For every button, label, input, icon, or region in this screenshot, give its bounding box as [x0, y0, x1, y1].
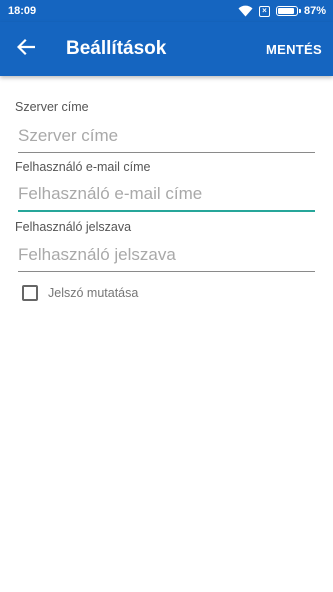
toolbar: Beállítások MENTÉS	[0, 22, 333, 76]
arrow-left-icon	[16, 38, 36, 61]
sim-x-icon: ×	[258, 5, 270, 17]
wifi-icon	[238, 5, 253, 17]
show-password-label: Jelszó mutatása	[48, 286, 139, 300]
show-password-checkbox[interactable]	[22, 285, 38, 301]
email-input[interactable]	[18, 180, 315, 212]
password-input[interactable]	[18, 240, 315, 272]
status-icons: × 87%	[238, 5, 326, 17]
show-password-row[interactable]: Jelszó mutatása	[22, 285, 138, 301]
settings-screen: 18:09 × 87% Beállítások MENTÉS Szerver c…	[0, 0, 333, 592]
save-button[interactable]: MENTÉS	[255, 22, 333, 76]
email-label: Felhasználó e-mail címe	[15, 160, 151, 174]
server-address-input[interactable]	[18, 121, 315, 153]
status-time: 18:09	[8, 5, 37, 17]
battery-icon	[275, 6, 301, 16]
battery-level	[277, 8, 294, 14]
battery-percent: 87%	[303, 5, 326, 17]
password-label: Felhasználó jelszava	[15, 220, 132, 234]
back-button[interactable]	[0, 22, 52, 76]
page-title: Beállítások	[66, 38, 167, 59]
status-bar: 18:09 × 87%	[0, 0, 333, 22]
server-address-label: Szerver címe	[15, 100, 89, 114]
